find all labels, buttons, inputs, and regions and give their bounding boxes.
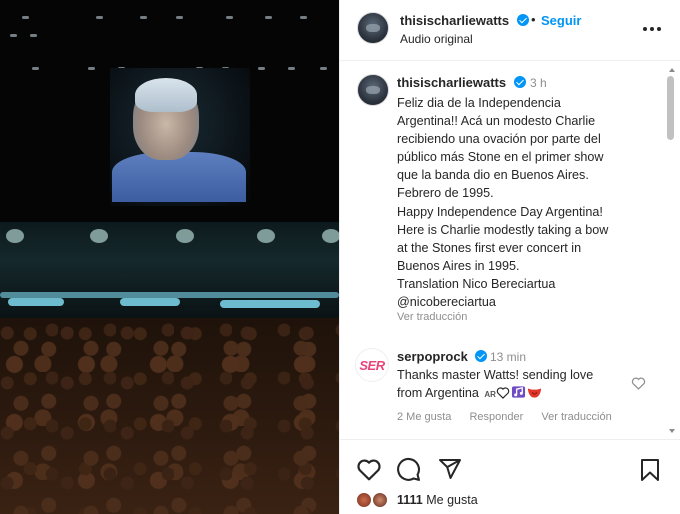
caption-text: Feliz dia de la Independencia Argentina!…	[397, 94, 647, 311]
verified-badge-icon	[475, 350, 487, 362]
drummer-shirt	[112, 152, 246, 202]
caption-line: que la banda dio en Buenos Aires.	[397, 168, 589, 183]
paper-plane-icon[interactable]	[438, 457, 462, 481]
rolling-stones-tongue-icon	[527, 387, 542, 398]
liker-avatar	[356, 492, 372, 508]
author-username[interactable]: thisischarliewatts	[400, 13, 509, 28]
caption-line: recibiendo una ovación por parte del	[397, 132, 601, 147]
reply-button[interactable]: Responder	[469, 411, 523, 423]
comment-translate-link[interactable]: Ver traducción	[541, 411, 611, 423]
comment-line: from Argentina	[397, 385, 479, 400]
caption-author-avatar[interactable]	[357, 74, 389, 106]
caption-line: Argentina!! Acá un modesto Charlie	[397, 114, 596, 129]
stage-light	[220, 300, 320, 308]
comments-scrollbar[interactable]	[666, 62, 678, 440]
verified-badge-icon	[517, 14, 529, 26]
post-sidebar: thisischarliewatts • Seguir Audio origin…	[339, 0, 680, 514]
comment-line: Thanks master Watts! sending love	[397, 368, 594, 382]
author-avatar[interactable]	[357, 12, 389, 44]
likes-count-text[interactable]: 1111 Me gusta	[397, 493, 478, 507]
stage-light	[120, 298, 180, 306]
liker-avatar	[372, 492, 388, 508]
stage-light	[8, 298, 64, 306]
heart-emoji-icon	[496, 386, 510, 399]
comment-likes-count[interactable]: 2 Me gusta	[397, 411, 451, 423]
heart-icon[interactable]	[356, 457, 382, 481]
caption-time[interactable]: 3 h	[530, 76, 547, 90]
caption-translate-link[interactable]: Ver traducción	[397, 311, 467, 323]
post-actions-bar	[340, 448, 680, 490]
comment-like-heart-icon[interactable]	[631, 376, 646, 390]
venue-lights-top	[0, 16, 339, 22]
post-header: thisischarliewatts • Seguir Audio origin…	[340, 0, 680, 61]
scroll-up-arrow-icon[interactable]	[669, 68, 675, 72]
comment-bubble-icon[interactable]	[396, 457, 421, 482]
venue-lights-mid	[0, 34, 339, 40]
follow-button[interactable]: Seguir	[541, 13, 581, 28]
music-emoji-icon	[511, 385, 526, 398]
more-options-icon[interactable]	[642, 22, 662, 36]
caption-line: Buenos Aires in 1995.	[397, 258, 520, 273]
audio-label[interactable]: Audio original	[400, 32, 473, 46]
caption-line: Translation Nico Bereciartua	[397, 276, 556, 291]
post-media-video[interactable]	[0, 0, 339, 514]
argentina-flag-icon: AR	[484, 389, 496, 399]
scroll-down-arrow-icon[interactable]	[669, 429, 675, 433]
verified-badge-icon	[514, 76, 526, 88]
caption-line: Febrero de 1995.	[397, 186, 494, 201]
separator-dot: •	[531, 12, 536, 27]
crowd	[0, 318, 339, 514]
caption-mention-link[interactable]: @nicobereciartua	[397, 293, 647, 311]
comment-text: Thanks master Watts! sending love from A…	[397, 367, 627, 403]
scroll-thumb[interactable]	[667, 76, 674, 140]
caption-line: Happy Independence Day Argentina!	[397, 204, 603, 219]
likes-count: 1111	[397, 493, 423, 507]
comment-time[interactable]: 13 min	[490, 350, 526, 364]
comments-section: thisischarliewatts 3 h Feliz dia de la I…	[340, 62, 680, 440]
bookmark-icon[interactable]	[639, 458, 661, 482]
likes-label: Me gusta	[426, 493, 478, 507]
caption-line: Feliz dia de la Independencia	[397, 96, 561, 110]
commenter-avatar[interactable]: SER	[355, 348, 389, 382]
caption-author-username[interactable]: thisischarliewatts	[397, 75, 506, 90]
comment-meta: 2 Me gusta Responder Ver traducción	[397, 411, 627, 423]
likes-summary[interactable]: 1111 Me gusta	[354, 490, 674, 512]
drummer-hair	[135, 78, 197, 112]
caption-line: Here is Charlie modestly taking a bow	[397, 222, 609, 237]
caption-line: público más Stone en el primer show	[397, 150, 604, 165]
caption-line: at the Stones first ever concert in	[397, 240, 582, 255]
commenter-username[interactable]: serpoprock	[397, 349, 468, 364]
